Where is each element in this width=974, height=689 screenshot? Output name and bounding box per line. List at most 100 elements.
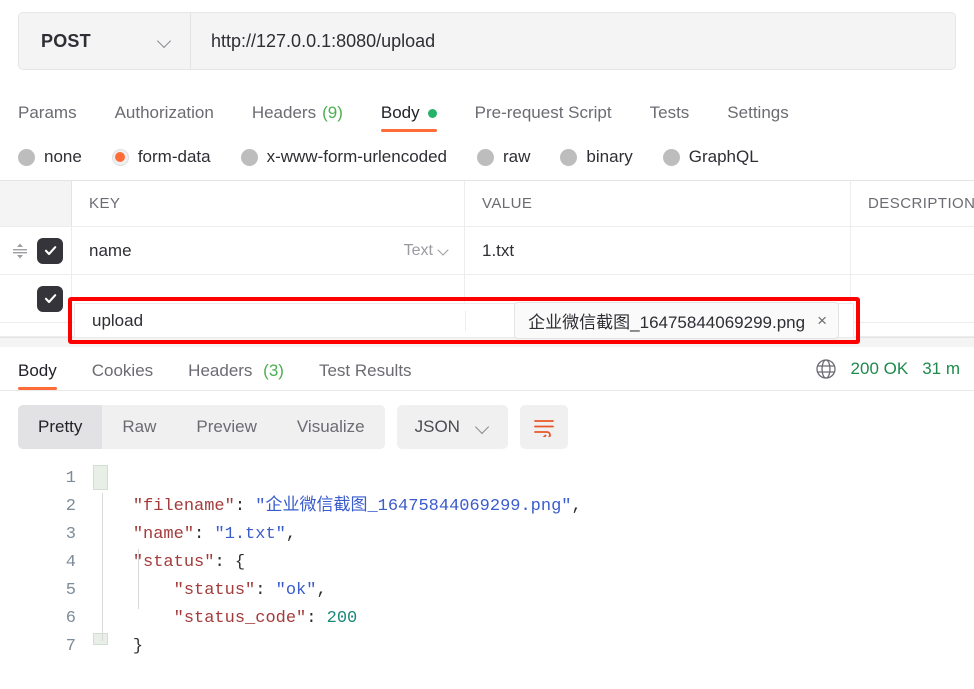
table-header-handle-cell <box>0 181 72 226</box>
radio-selected-icon <box>111 148 129 166</box>
tab-headers-label: Headers <box>251 103 317 122</box>
code-token: , <box>316 581 327 600</box>
file-chip[interactable]: 企业微信截图_16475844069299.png × <box>514 302 839 339</box>
code-fold-marker-start-icon[interactable] <box>93 465 108 490</box>
row-description-cell[interactable] <box>851 227 974 274</box>
row-handle-cell <box>0 323 72 336</box>
code-token: : <box>214 553 235 572</box>
code-token: "status" <box>132 553 215 572</box>
row-type-dropdown[interactable]: Text <box>404 242 450 260</box>
line-number: 5 <box>65 581 76 600</box>
body-type-none-label: none <box>44 147 82 166</box>
indent-guide <box>138 549 139 609</box>
response-tab-headers-label: Headers <box>188 361 253 380</box>
body-type-graphql-label: GraphQL <box>688 147 759 166</box>
code-text[interactable]: { "filename": "企业微信截图_16475844069299.png… <box>92 465 974 661</box>
body-type-form-data[interactable]: form-data <box>111 147 211 167</box>
table-header-row: KEY VALUE DESCRIPTION <box>0 181 974 227</box>
tab-authorization-label: Authorization <box>114 103 214 122</box>
view-mode-raw[interactable]: Raw <box>102 405 176 449</box>
url-bar-section: POST http://127.0.0.1:8080/upload <box>0 0 974 70</box>
code-line: "status": { <box>92 549 974 577</box>
drag-handle-icon[interactable] <box>11 242 29 260</box>
table-row[interactable]: name Text 1.txt <box>0 227 974 275</box>
url-bar: POST http://127.0.0.1:8080/upload <box>18 12 956 70</box>
code-token: } <box>132 637 144 656</box>
body-type-binary[interactable]: binary <box>560 147 633 167</box>
response-format-dropdown[interactable]: JSON <box>396 405 508 449</box>
view-mode-preview-label: Preview <box>196 417 257 436</box>
response-status-area: 200 OK 31 m <box>815 358 960 390</box>
tab-authorization[interactable]: Authorization <box>115 103 214 132</box>
wrap-text-icon <box>534 420 554 437</box>
code-lines[interactable]: { "filename": "企业微信截图_16475844069299.png… <box>92 461 974 661</box>
upload-row-key-value: upload <box>92 310 144 330</box>
code-token: "ok" <box>275 581 317 600</box>
body-type-graphql[interactable]: GraphQL <box>662 147 759 167</box>
tab-pre-request-script[interactable]: Pre-request Script <box>475 103 612 132</box>
tab-settings[interactable]: Settings <box>727 103 788 132</box>
code-line: "status": "ok", <box>92 577 974 605</box>
indent-guide <box>102 493 103 641</box>
upload-row-value-cell[interactable]: 企业微信截图_16475844069299.png × <box>466 302 853 339</box>
body-type-none[interactable]: none <box>18 147 82 167</box>
response-tab-cookies[interactable]: Cookies <box>92 361 153 390</box>
remove-file-icon[interactable]: × <box>817 312 827 329</box>
upload-row-highlighted[interactable]: upload 企业微信截图_16475844069299.png × <box>74 302 854 339</box>
code-token: "1.txt" <box>214 525 286 544</box>
code-line: } <box>92 633 974 661</box>
row-value-cell[interactable]: 1.txt <box>465 227 851 274</box>
response-header: Body Cookies Headers (3) Test Results 20… <box>0 347 974 391</box>
row-description-cell[interactable] <box>851 323 974 336</box>
tab-params[interactable]: Params <box>18 103 77 132</box>
http-method-label: POST <box>41 30 91 51</box>
tab-pre-request-script-label: Pre-request Script <box>474 103 612 122</box>
code-token: , <box>571 497 582 516</box>
body-type-urlencoded[interactable]: x-www-form-urlencoded <box>240 147 447 167</box>
check-icon <box>44 246 56 256</box>
url-input[interactable]: http://127.0.0.1:8080/upload <box>191 13 955 69</box>
row-checkbox[interactable] <box>37 237 63 264</box>
view-mode-preview[interactable]: Preview <box>176 405 276 449</box>
wrap-lines-button[interactable] <box>519 405 568 449</box>
table-header-value-cell: VALUE <box>465 181 851 226</box>
body-type-binary-label: binary <box>586 147 633 166</box>
tab-tests[interactable]: Tests <box>650 103 690 132</box>
view-mode-pretty[interactable]: Pretty <box>18 405 103 449</box>
tab-tests-label: Tests <box>649 103 690 122</box>
code-line-numbers: 1 2 3 4 5 6 7 <box>0 461 92 661</box>
body-type-raw[interactable]: raw <box>477 147 530 167</box>
table-header-key-cell: KEY <box>72 181 465 226</box>
response-format-label: JSON <box>414 417 460 436</box>
row-description-cell[interactable] <box>851 275 974 322</box>
response-body-code[interactable]: 1 2 3 4 5 6 7 { "filename": "企业微信截图_1647… <box>0 461 974 661</box>
line-number: 7 <box>65 637 76 656</box>
column-header-key: KEY <box>89 195 121 212</box>
response-tab-test-results[interactable]: Test Results <box>319 361 412 390</box>
row-checkbox[interactable] <box>37 285 63 312</box>
tab-headers[interactable]: Headers (9) <box>252 103 343 132</box>
radio-icon <box>560 148 578 166</box>
body-modified-dot-icon <box>427 108 437 118</box>
code-token: "status" <box>173 581 256 600</box>
column-header-description: DESCRIPTION <box>868 195 974 212</box>
check-icon <box>44 294 56 304</box>
code-line: "name": "1.txt", <box>92 521 974 549</box>
code-token: : <box>255 581 276 600</box>
upload-row-key-cell[interactable]: upload <box>75 310 466 331</box>
code-token: 200 <box>326 609 358 628</box>
globe-icon[interactable] <box>815 358 837 380</box>
tab-body[interactable]: Body <box>380 103 437 132</box>
code-token: "企业微信截图_16475844069299.png" <box>255 497 572 516</box>
code-fold-marker-end-icon[interactable] <box>93 633 108 645</box>
response-tab-body[interactable]: Body <box>18 361 57 390</box>
http-method-dropdown[interactable]: POST <box>19 13 191 69</box>
code-token: : <box>306 609 327 628</box>
row-key-cell[interactable]: name Text <box>72 227 465 274</box>
view-mode-visualize[interactable]: Visualize <box>277 405 385 449</box>
tab-body-label: Body <box>380 103 420 122</box>
response-tab-body-label: Body <box>18 361 57 380</box>
response-tab-headers[interactable]: Headers (3) <box>188 361 284 390</box>
code-line: { <box>92 465 974 493</box>
